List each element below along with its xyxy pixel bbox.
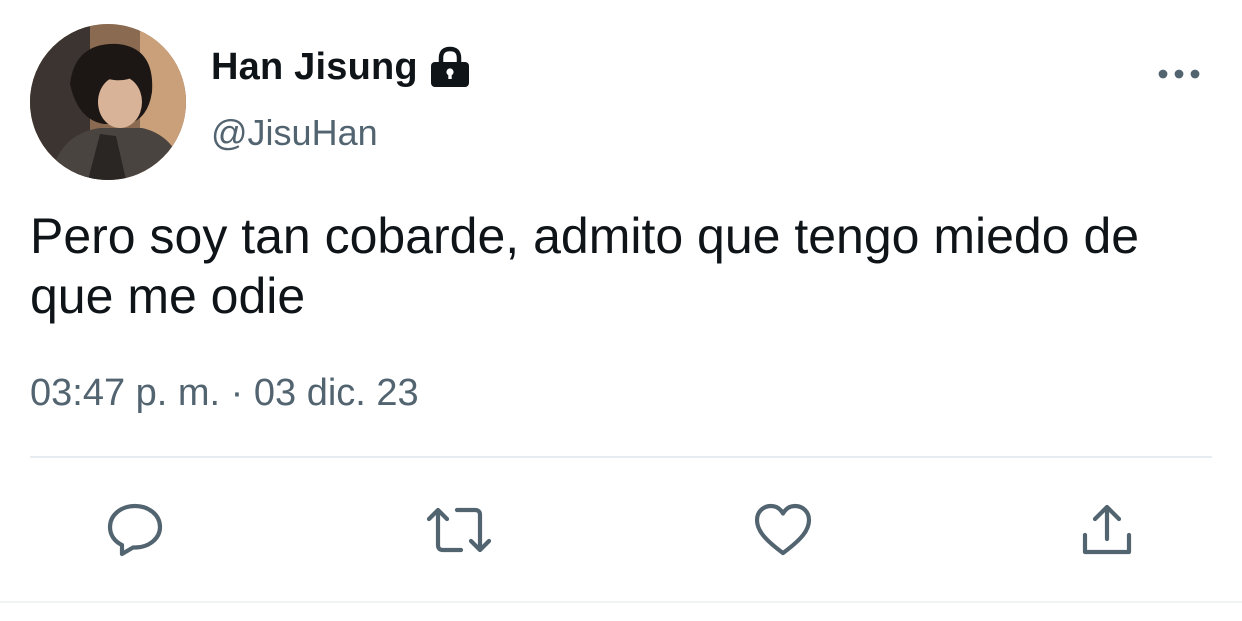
- reply-button[interactable]: [105, 500, 165, 560]
- author-name-row: Han Jisung: [211, 42, 470, 92]
- bottom-divider: [0, 601, 1242, 603]
- lock-icon: [430, 46, 470, 88]
- tweet-card: Han Jisung @JisuHan Pero soy tan cobarde…: [0, 0, 1242, 621]
- divider: [30, 456, 1212, 458]
- retweet-icon: [425, 505, 493, 555]
- retweet-button[interactable]: [426, 500, 492, 560]
- tweet-timestamp[interactable]: 03:47 p. m. · 03 dic. 23: [30, 372, 419, 415]
- author-display-name[interactable]: Han Jisung: [211, 46, 418, 89]
- tweet-text: Pero soy tan cobarde, admito que tengo m…: [30, 208, 1140, 324]
- like-button[interactable]: [753, 500, 813, 560]
- avatar-photo: [30, 24, 186, 180]
- author-handle[interactable]: @JisuHan: [211, 112, 378, 154]
- ellipsis-icon[interactable]: [1156, 62, 1202, 86]
- author-avatar[interactable]: [30, 24, 186, 180]
- share-upload-icon: [1079, 502, 1135, 558]
- heart-icon: [754, 503, 812, 557]
- share-button[interactable]: [1077, 500, 1137, 560]
- speech-bubble-icon: [106, 501, 164, 559]
